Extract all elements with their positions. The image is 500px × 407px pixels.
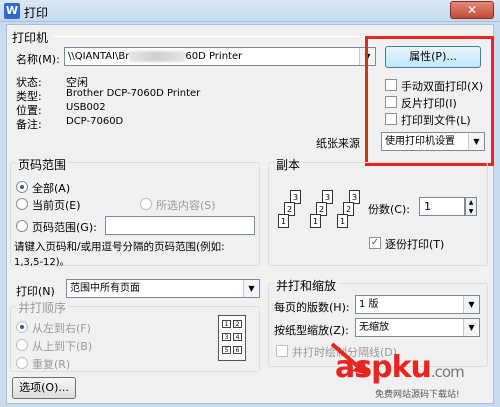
scale-select[interactable]: 无缩放 ▼ (355, 318, 480, 337)
chevron-down-icon: ▼ (463, 296, 479, 313)
left-to-right-radio[interactable] (16, 321, 28, 333)
collate-checkbox[interactable]: ✓ (369, 237, 381, 249)
chevron-down-icon: ▼ (468, 133, 484, 150)
location-value: USB002 (66, 102, 106, 113)
reverse-checkbox[interactable] (385, 96, 397, 108)
page-number: 1 (278, 214, 289, 228)
left-to-right-label: 从左到右(F) (32, 322, 91, 335)
copies-input[interactable]: 1 (419, 197, 465, 216)
paper-source-value: 使用打印机设置 (385, 136, 455, 147)
page-range-hint: 请键入页码和/或用逗号分隔的页码范围(例如: (14, 241, 225, 253)
reverse-label: 反片打印(I) (401, 97, 457, 110)
paper-source-label: 纸张来源 (316, 137, 360, 150)
copies-group-label: 副本 (274, 156, 303, 173)
repeat-label: 重复(R) (32, 358, 71, 371)
all-pages-label: 全部(A) (32, 182, 71, 195)
collated-pages-icon: 3 2 1 (308, 190, 338, 244)
watermark-logo: aspku.com (335, 350, 465, 388)
options-button[interactable]: 选项(O)... (12, 377, 76, 399)
grid-number: 6 (233, 346, 242, 354)
top-to-bottom-radio[interactable] (16, 339, 28, 351)
paper-source-select[interactable]: 使用打印机设置 ▼ (381, 132, 485, 151)
pages-per-sheet-select[interactable]: 1 版 ▼ (355, 295, 480, 314)
print-to-file-label: 打印到文件(L) (401, 114, 471, 127)
printer-group-label: 打印机 (12, 31, 49, 45)
print-what-value: 范围中所有页面 (70, 283, 140, 294)
print-what-label: 打印(N) (16, 285, 55, 298)
page-number: 1 (337, 214, 348, 228)
current-page-label: 当前页(E) (32, 199, 81, 212)
blurred-region (129, 50, 186, 62)
window-title: 打印 (24, 6, 49, 20)
watermark-tld: .com (430, 363, 465, 381)
print-order-group-label: 并打顺序 (16, 299, 69, 316)
pages-per-sheet-value: 1 版 (359, 299, 379, 310)
title-bar (0, 0, 500, 22)
print-what-select[interactable]: 范围中所有页面 ▼ (66, 279, 260, 298)
comment-label: 备注: (16, 118, 42, 131)
separator-checkbox[interactable] (276, 345, 288, 357)
duplex-label: 手动双面打印(X) (401, 80, 484, 93)
pages-input[interactable] (105, 216, 255, 235)
chevron-down-icon: ▼ (243, 280, 259, 297)
top-to-bottom-label: 从上到下(B) (32, 340, 93, 353)
current-page-radio[interactable] (16, 198, 28, 210)
page-range-hint-example: 1,3,5-12)。 (14, 257, 70, 268)
collate-label: 逐份打印(T) (385, 238, 445, 251)
duplex-checkbox[interactable] (385, 79, 397, 91)
copies-label: 份数(C): (368, 203, 410, 216)
printer-name-label: 名称(M): (16, 53, 60, 66)
pages-label: 页码范围(G): (32, 221, 97, 234)
page-number: 1 (310, 214, 321, 228)
grid-number: 5 (222, 346, 231, 354)
grid-number: 3 (222, 333, 231, 341)
uncollated-pages-icon: 3 2 1 (276, 190, 306, 244)
close-button[interactable]: ✕ (450, 1, 494, 19)
all-pages-radio[interactable] (16, 181, 28, 193)
watermark-text: aspku (335, 350, 432, 385)
pages-radio[interactable] (16, 220, 28, 232)
grid-number: 2 (233, 320, 242, 328)
zoom-group-label: 并打和缩放 (274, 277, 339, 294)
print-order-preview: 1 2 3 4 5 6 (218, 315, 246, 361)
collated-pages-icon-2: 3 2 1 (335, 190, 365, 244)
printer-name-select[interactable]: \\QIANTAI\Br 60D Printer ▼ (64, 47, 376, 66)
watermark-subtitle: 免费网站源码下载站! (375, 390, 460, 400)
selection-label: 所选内容(S) (156, 199, 216, 212)
comment-value: DCP-7060D (66, 116, 124, 127)
chevron-down-icon: ▼ (463, 319, 479, 336)
type-value: Brother DCP-7060D Printer (66, 88, 201, 99)
grid-number: 4 (233, 333, 242, 341)
properties-button[interactable]: 属性(P)... (385, 46, 481, 68)
wps-app-icon: W (4, 3, 20, 19)
scale-value: 无缩放 (359, 322, 389, 333)
scale-label: 按纸型缩放(Z): (274, 324, 349, 337)
selection-radio[interactable] (140, 198, 152, 210)
copies-value: 1 (424, 200, 431, 213)
printer-name-prefix: \\QIANTAI\Br (68, 51, 130, 62)
copies-stepper[interactable]: ▲ ▼ (465, 197, 477, 216)
grid-number: 1 (222, 320, 231, 328)
repeat-radio[interactable] (16, 357, 28, 369)
printer-name-suffix: 60D Printer (185, 51, 243, 62)
print-to-file-checkbox[interactable] (385, 113, 397, 125)
page-range-group-label: 页码范围 (16, 156, 69, 173)
pages-per-sheet-label: 每页的版数(H): (274, 301, 350, 314)
